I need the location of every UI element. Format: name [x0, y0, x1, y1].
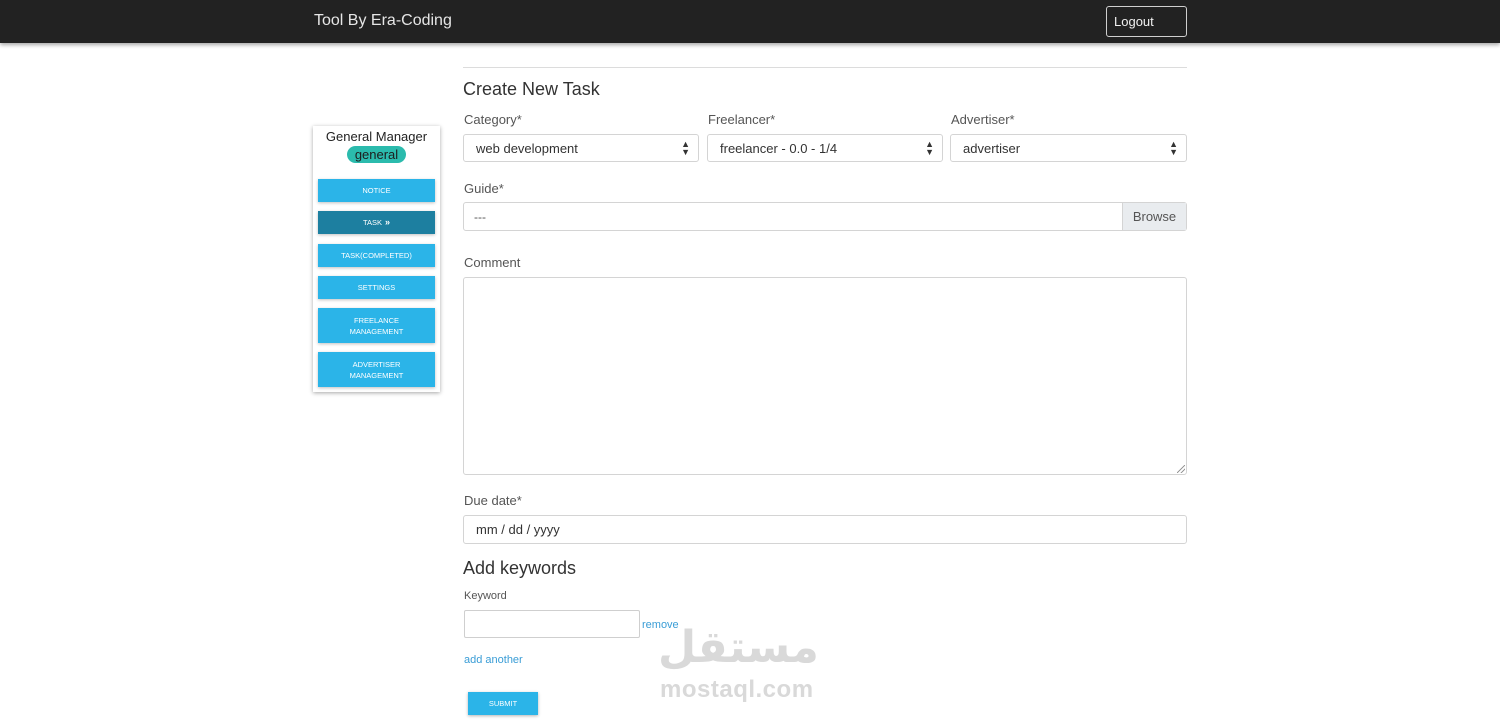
sidebar-item-task-completed[interactable]: TASK(COMPLETED) — [318, 244, 435, 267]
sidebar-item-label: SETTINGS — [357, 283, 396, 292]
keyword-label: Keyword — [464, 590, 507, 602]
comment-textarea[interactable] — [463, 277, 1187, 475]
guide-file-value: --- — [474, 210, 486, 224]
sidebar-card: General Manager general NOTICE TASK » TA… — [313, 126, 440, 392]
keywords-title: Add keywords — [463, 558, 577, 578]
logout-button[interactable]: Logout — [1106, 6, 1187, 37]
guide-file-input[interactable]: --- Browse — [463, 202, 1187, 231]
sidebar-item-freelance-management[interactable]: FREELANCE MANAGEMENT — [318, 308, 435, 343]
sidebar-item-settings[interactable]: SETTINGS — [318, 276, 435, 299]
category-label: Category* — [464, 112, 522, 127]
select-arrows-icon: ▲ ▼ — [681, 139, 690, 157]
add-another-link[interactable]: add another — [464, 654, 523, 666]
brand-title[interactable]: Tool By Era-Coding — [314, 12, 452, 30]
sidebar-item-label: FREELANCE MANAGEMENT — [349, 315, 404, 336]
browse-button[interactable]: Browse — [1122, 203, 1186, 230]
due-date-input[interactable]: mm / dd / yyyy — [463, 515, 1187, 544]
sidebar-item-advertiser-management[interactable]: ADVERTISER MANAGEMENT — [318, 352, 435, 387]
sidebar-item-label: NOTICE — [362, 186, 391, 195]
freelancer-label: Freelancer* — [708, 112, 776, 127]
select-arrows-icon: ▲ ▼ — [925, 139, 934, 157]
select-arrows-icon: ▲ ▼ — [1169, 139, 1178, 157]
sidebar-item-label: ADVERTISER MANAGEMENT — [349, 359, 404, 380]
top-divider — [463, 67, 1187, 68]
submit-button[interactable]: SUBMIT — [468, 692, 538, 715]
watermark-logo-latin: mostaql.com — [660, 676, 814, 703]
guide-label: Guide* — [464, 181, 504, 196]
category-value: web development — [476, 141, 578, 156]
advertiser-select[interactable]: advertiser ▲ ▼ — [950, 134, 1187, 162]
resize-handle-icon[interactable] — [1177, 465, 1185, 473]
category-select[interactable]: web development ▲ ▼ — [463, 134, 699, 162]
page-title: Create New Task — [463, 79, 600, 99]
due-date-label: Due date* — [464, 493, 522, 508]
due-date-placeholder: mm / dd / yyyy — [476, 522, 560, 537]
comment-label: Comment — [464, 255, 521, 270]
freelancer-value: freelancer - 0.0 - 1/4 — [720, 141, 838, 156]
watermark-logo-arabic: مستقل — [658, 622, 819, 673]
sidebar-item-notice[interactable]: NOTICE — [318, 179, 435, 202]
advertiser-label: Advertiser* — [951, 112, 1015, 127]
sidebar-item-label: TASK(COMPLETED) — [341, 251, 412, 260]
freelancer-select[interactable]: freelancer - 0.0 - 1/4 ▲ ▼ — [707, 134, 943, 162]
keyword-input[interactable] — [464, 610, 640, 638]
sidebar-item-task[interactable]: TASK » — [318, 211, 435, 234]
double-chevron-right-icon: » — [385, 217, 391, 227]
sidebar-item-label: TASK — [362, 218, 383, 227]
role-title: General Manager — [325, 129, 428, 144]
top-navbar: Tool By Era-Coding Logout — [0, 0, 1500, 43]
role-badge: general — [347, 146, 406, 163]
advertiser-value: advertiser — [963, 141, 1021, 156]
